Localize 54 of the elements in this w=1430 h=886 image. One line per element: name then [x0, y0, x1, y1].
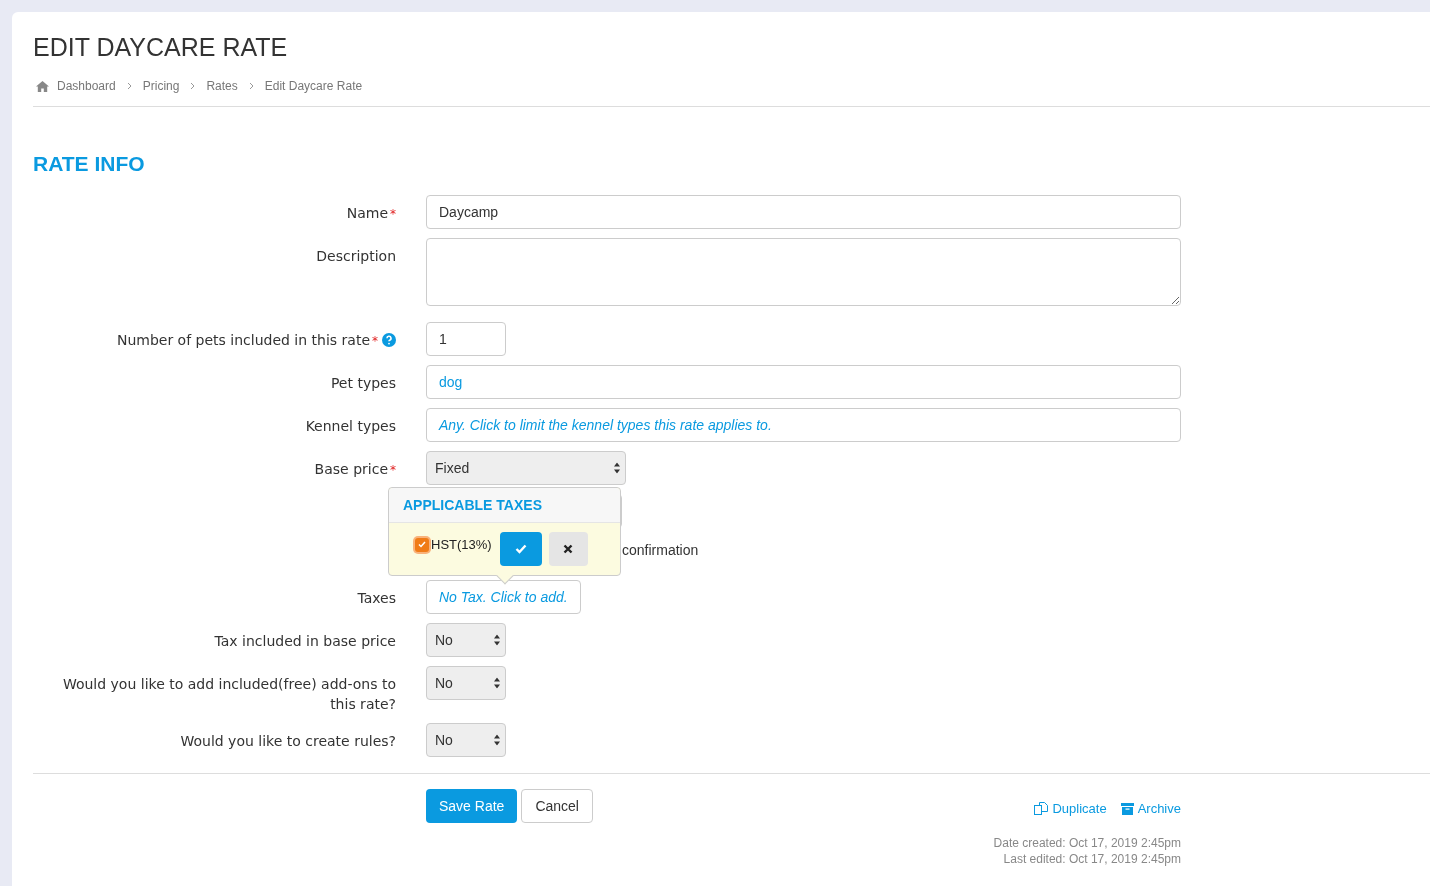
field-label: Would you like to add included(free) add-ons to this rate?	[62, 676, 396, 712]
chevron-right-icon	[126, 82, 132, 90]
check-icon	[418, 541, 426, 549]
editable-link-field[interactable]: Any. Click to limit the kennel types this rate applies to.	[426, 408, 1181, 442]
sort-arrows-icon	[614, 462, 620, 474]
timestamp-text: Last edited: Oct 17, 2019 2:45pm	[1002, 850, 1181, 867]
section-title: RATE INFO	[33, 151, 146, 177]
field-label: Taxes	[357, 590, 396, 606]
archive-box-icon	[1120, 802, 1134, 815]
select-field[interactable]: Fixed	[426, 451, 626, 485]
popover-title: APPLICABLE TAXES	[403, 495, 542, 515]
required-mark: *	[372, 334, 378, 348]
save-button[interactable]: Save Rate	[426, 789, 518, 823]
breadcrumb-link[interactable]: Rates	[206, 77, 238, 95]
home-icon[interactable]	[36, 80, 49, 92]
required-mark: *	[390, 207, 396, 221]
field-label: Description	[316, 248, 396, 264]
editable-link-field[interactable]: dog	[426, 365, 1181, 399]
timestamp-text: Date created: Oct 17, 2019 2:45pm	[993, 834, 1181, 851]
sort-arrows-icon	[494, 634, 500, 646]
chevron-right-icon	[190, 82, 196, 90]
field-label: Would you like to create rules?	[180, 733, 396, 749]
chevron-right-icon	[248, 82, 254, 90]
breadcrumb-link[interactable]: Pricing	[142, 77, 180, 95]
close-icon	[563, 544, 574, 554]
text-field[interactable]: 1	[426, 322, 506, 356]
close-button[interactable]	[548, 532, 588, 566]
select-field[interactable]: No	[426, 666, 506, 700]
select-field[interactable]: No	[426, 623, 506, 657]
field-label: Base price	[314, 461, 388, 477]
field-label: Name	[346, 205, 388, 221]
cancel-button[interactable]: Cancel	[521, 789, 593, 823]
select-field[interactable]: No	[426, 723, 506, 757]
option-label: confirmation	[622, 540, 699, 560]
required-mark: *	[390, 463, 396, 477]
sort-arrows-icon	[494, 734, 500, 746]
confirm-button[interactable]	[499, 532, 542, 566]
help-icon[interactable]	[382, 332, 396, 347]
tax-option-label: HST(13%)	[431, 536, 492, 554]
field-label: Number of pets included in this rate	[116, 332, 370, 348]
sort-arrows-icon	[494, 677, 500, 689]
page-title: EDIT DAYCARE RATE	[33, 32, 289, 62]
copy-icon	[1034, 802, 1049, 816]
field-label: Pet types	[330, 375, 396, 391]
tax-checkbox[interactable]	[415, 537, 429, 552]
check-icon	[514, 544, 527, 554]
field-label: Kennel types	[305, 418, 396, 434]
archive-link[interactable]: Archive	[1120, 799, 1181, 819]
text-field[interactable]: Daycamp	[426, 195, 1181, 229]
duplicate-link[interactable]: Duplicate	[1034, 799, 1107, 819]
breadcrumb-link[interactable]: Dashboard	[57, 77, 116, 95]
description-field[interactable]	[426, 238, 1181, 306]
field-label: Tax included in base price	[214, 633, 396, 649]
editable-link-field[interactable]: No Tax. Click to add.	[426, 580, 581, 614]
